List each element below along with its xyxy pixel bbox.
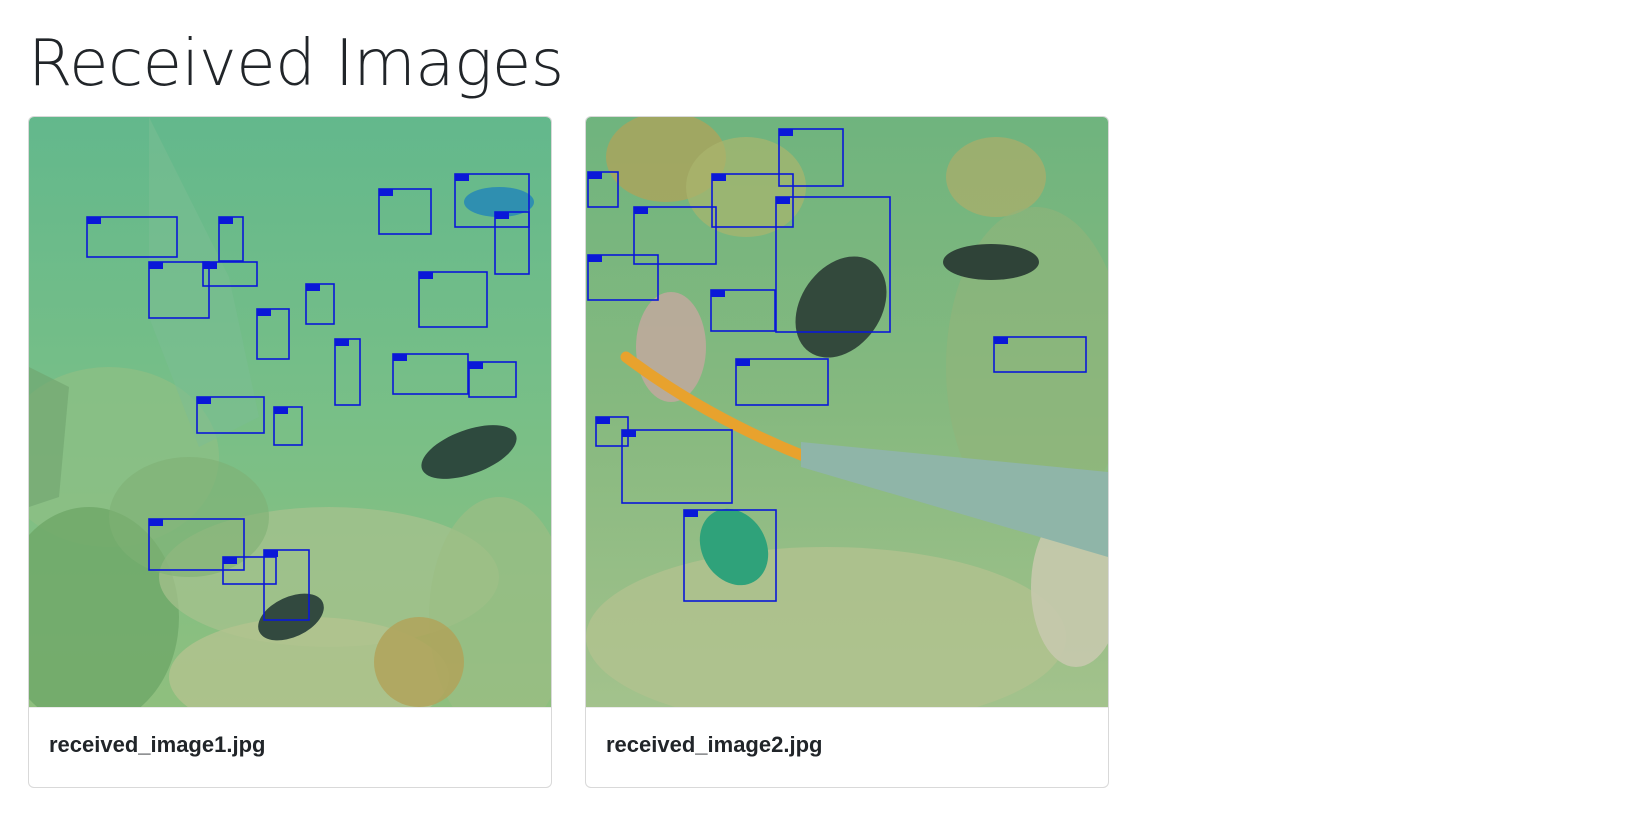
image-caption-2: received_image2.jpg [606,732,823,757]
card-body-2: received_image2.jpg [586,707,1108,787]
received-image-1[interactable] [29,117,551,707]
image-card-2[interactable]: received_image2.jpg [585,116,1109,788]
card-body-1: received_image1.jpg [29,707,551,787]
received-image-2[interactable] [586,117,1108,707]
image-caption-1: received_image1.jpg [49,732,266,757]
page-title: Received Images [28,27,564,101]
underwater-photo-1 [29,117,551,707]
underwater-photo-2 [586,117,1108,707]
image-card-1[interactable]: received_image1.jpg [28,116,552,788]
